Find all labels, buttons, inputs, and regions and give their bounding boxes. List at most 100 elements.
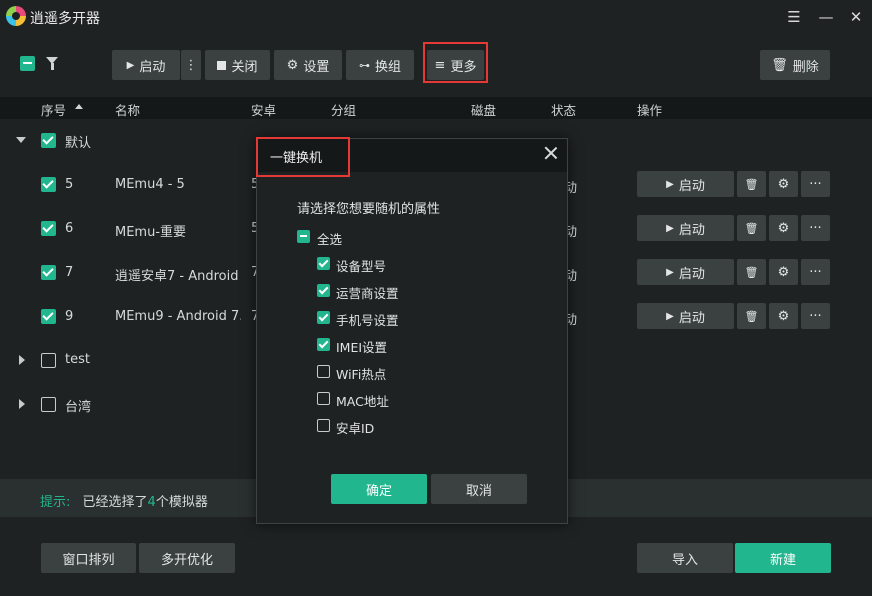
- header-name: 名称: [115, 103, 141, 118]
- option-label[interactable]: MAC地址: [336, 391, 389, 410]
- app-logo-icon: [6, 6, 26, 26]
- header-group: 分组: [331, 103, 357, 118]
- settings-button[interactable]: ⚙ 设置: [274, 50, 342, 80]
- option-checkbox-carrier[interactable]: [317, 284, 330, 297]
- select-all-option-checkbox[interactable]: [297, 230, 310, 243]
- option-checkbox-phone-number[interactable]: [317, 311, 330, 324]
- option-checkbox-device-model[interactable]: [317, 257, 330, 270]
- ellipsis-icon: ···: [809, 308, 822, 324]
- group-checkbox[interactable]: [41, 397, 56, 412]
- option-checkbox-android-id[interactable]: [317, 419, 330, 432]
- arrange-windows-button[interactable]: 窗口排列: [41, 543, 136, 573]
- gear-icon: ⚙: [286, 57, 299, 73]
- title-bar: [0, 0, 872, 34]
- row-delete-button[interactable]: 🗑: [737, 259, 766, 285]
- row-start-button[interactable]: ▶ 启动: [637, 215, 734, 241]
- dialog-confirm-button[interactable]: 确定: [331, 474, 427, 504]
- row-index: 7: [65, 265, 74, 280]
- collapse-group-icon[interactable]: [16, 137, 26, 143]
- hint-label: 提示:: [40, 495, 71, 510]
- import-button[interactable]: 导入: [637, 543, 733, 573]
- select-all-checkbox[interactable]: [20, 56, 35, 71]
- delete-button-label: 删除: [792, 59, 819, 75]
- sort-ascending-icon[interactable]: [75, 104, 83, 109]
- start-options-button[interactable]: ⋮: [181, 50, 201, 80]
- option-label[interactable]: WiFi热点: [336, 364, 386, 383]
- dialog-cancel-button[interactable]: 取消: [431, 474, 527, 504]
- trash-icon: 🗑: [744, 177, 759, 191]
- header-index[interactable]: 序号: [41, 100, 66, 119]
- row-delete-button[interactable]: 🗑: [737, 303, 766, 329]
- row-settings-button[interactable]: ⚙: [769, 171, 798, 197]
- row-settings-button[interactable]: ⚙: [769, 303, 798, 329]
- row-checkbox[interactable]: [41, 309, 56, 324]
- row-delete-button[interactable]: 🗑: [737, 215, 766, 241]
- row-checkbox[interactable]: [41, 221, 56, 236]
- group-name: 台湾: [65, 400, 92, 415]
- row-start-button[interactable]: ▶ 启动: [637, 259, 734, 285]
- gear-icon: ⚙: [777, 220, 790, 236]
- dialog-close-icon[interactable]: [543, 145, 559, 161]
- row-settings-button[interactable]: ⚙: [769, 215, 798, 241]
- row-start-button[interactable]: ▶ 启动: [637, 303, 734, 329]
- expand-group-icon[interactable]: [19, 355, 25, 365]
- filter-icon[interactable]: [46, 57, 58, 70]
- kebab-icon: ⋮: [184, 57, 198, 73]
- header-disk: 磁盘: [471, 103, 497, 118]
- more-button-highlight: [423, 42, 488, 83]
- row-more-button[interactable]: ···: [801, 303, 830, 329]
- close-window-button[interactable]: ✕: [845, 6, 867, 28]
- option-label[interactable]: IMEI设置: [336, 337, 387, 356]
- minimize-button[interactable]: —: [815, 6, 837, 28]
- expand-group-icon[interactable]: [19, 399, 25, 409]
- row-index: 6: [65, 221, 74, 236]
- option-checkbox-mac[interactable]: [317, 392, 330, 405]
- hint-count: 4: [147, 495, 156, 510]
- row-name: MEmu9 - Android 7.1: [115, 309, 241, 324]
- group-checkbox[interactable]: [41, 353, 56, 368]
- start-button[interactable]: ▶ 启动: [112, 50, 180, 80]
- option-label[interactable]: 设备型号: [336, 256, 386, 275]
- option-checkbox-wifi[interactable]: [317, 365, 330, 378]
- play-icon: ▶: [666, 310, 674, 322]
- row-start-label: 启动: [678, 178, 705, 194]
- switch-group-button[interactable]: ⊶ 换组: [346, 50, 414, 80]
- option-label[interactable]: 手机号设置: [336, 310, 399, 329]
- trash-icon: 🗑: [744, 265, 759, 279]
- header-android: 安卓: [251, 103, 277, 118]
- option-checkbox-imei[interactable]: [317, 338, 330, 351]
- row-delete-button[interactable]: 🗑: [737, 171, 766, 197]
- row-start-button[interactable]: ▶ 启动: [637, 171, 734, 197]
- delete-button[interactable]: 🗑 删除: [760, 50, 830, 80]
- row-more-button[interactable]: ···: [801, 259, 830, 285]
- app-title: 逍遥多开器: [30, 11, 100, 27]
- row-start-label: 启动: [678, 266, 705, 282]
- row-index: 5: [65, 177, 74, 192]
- switch-device-dialog: [256, 138, 568, 524]
- stop-button-label: 关闭: [231, 59, 258, 75]
- trash-icon: 🗑: [744, 309, 759, 323]
- gear-icon: ⚙: [777, 308, 790, 324]
- menu-icon[interactable]: ☰: [783, 6, 805, 28]
- multi-optimize-button[interactable]: 多开优化: [139, 543, 235, 573]
- create-button[interactable]: 新建: [735, 543, 831, 573]
- option-label[interactable]: 安卓ID: [336, 418, 374, 437]
- row-settings-button[interactable]: ⚙: [769, 259, 798, 285]
- row-checkbox[interactable]: [41, 265, 56, 280]
- stop-button[interactable]: 关闭: [205, 50, 270, 80]
- hint-text: 提示: 已经选择了4个模拟器: [40, 491, 208, 510]
- group-name: test: [65, 352, 90, 367]
- gear-icon: ⚙: [777, 264, 790, 280]
- row-name: MEmu-重要: [115, 225, 187, 240]
- stop-icon: [217, 60, 227, 70]
- start-button-label: 启动: [139, 59, 166, 75]
- gear-icon: ⚙: [777, 176, 790, 192]
- hint-suffix: 个模拟器: [155, 495, 208, 510]
- row-more-button[interactable]: ···: [801, 171, 830, 197]
- option-label[interactable]: 运营商设置: [336, 283, 399, 302]
- select-all-option-label[interactable]: 全选: [317, 229, 342, 248]
- row-checkbox[interactable]: [41, 177, 56, 192]
- ellipsis-icon: ···: [809, 176, 822, 192]
- row-more-button[interactable]: ···: [801, 215, 830, 241]
- group-checkbox[interactable]: [41, 133, 56, 148]
